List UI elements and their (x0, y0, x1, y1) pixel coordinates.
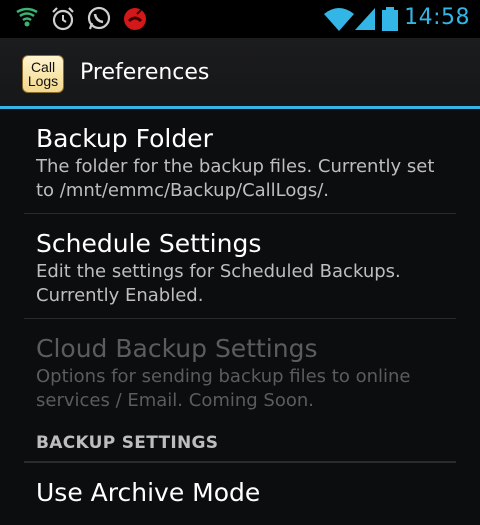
whatsapp-icon (87, 6, 111, 30)
wifi-icon (324, 8, 354, 31)
action-bar: Call Logs Preferences (0, 38, 480, 106)
pref-backup-folder[interactable]: Backup Folder The folder for the backup … (24, 109, 456, 214)
preference-list: Backup Folder The folder for the backup … (0, 109, 480, 519)
pref-use-archive-mode[interactable]: Use Archive Mode (24, 463, 456, 519)
app-logo-line1: Call (30, 59, 56, 75)
pref-title: Backup Folder (36, 124, 213, 153)
signal-icon (355, 8, 375, 30)
pref-schedule-settings[interactable]: Schedule Settings Edit the settings for … (24, 214, 456, 319)
pref-title: Use Archive Mode (36, 478, 261, 507)
pref-summary: Options for sending backup files to onli… (36, 366, 411, 411)
app-logo-line2: Logs (27, 73, 59, 89)
pref-cloud-backup-settings: Cloud Backup Settings Options for sendin… (24, 319, 456, 423)
app-logo-icon[interactable]: Call Logs (22, 55, 64, 93)
shield-icon (16, 7, 38, 27)
pref-title: Schedule Settings (36, 229, 262, 258)
missed-call-icon (124, 8, 146, 30)
alarm-icon (52, 7, 74, 31)
battery-icon (382, 7, 398, 31)
pref-title: Cloud Backup Settings (36, 334, 318, 363)
pref-summary: Edit the settings for Scheduled Backups.… (36, 261, 401, 306)
page-title: Preferences (80, 60, 210, 85)
clock: 14:58 (404, 5, 470, 30)
pref-summary: The folder for the backup files. Current… (36, 156, 435, 201)
status-bar: 14:58 (0, 0, 480, 38)
category-header: BACKUP SETTINGS (24, 423, 456, 463)
